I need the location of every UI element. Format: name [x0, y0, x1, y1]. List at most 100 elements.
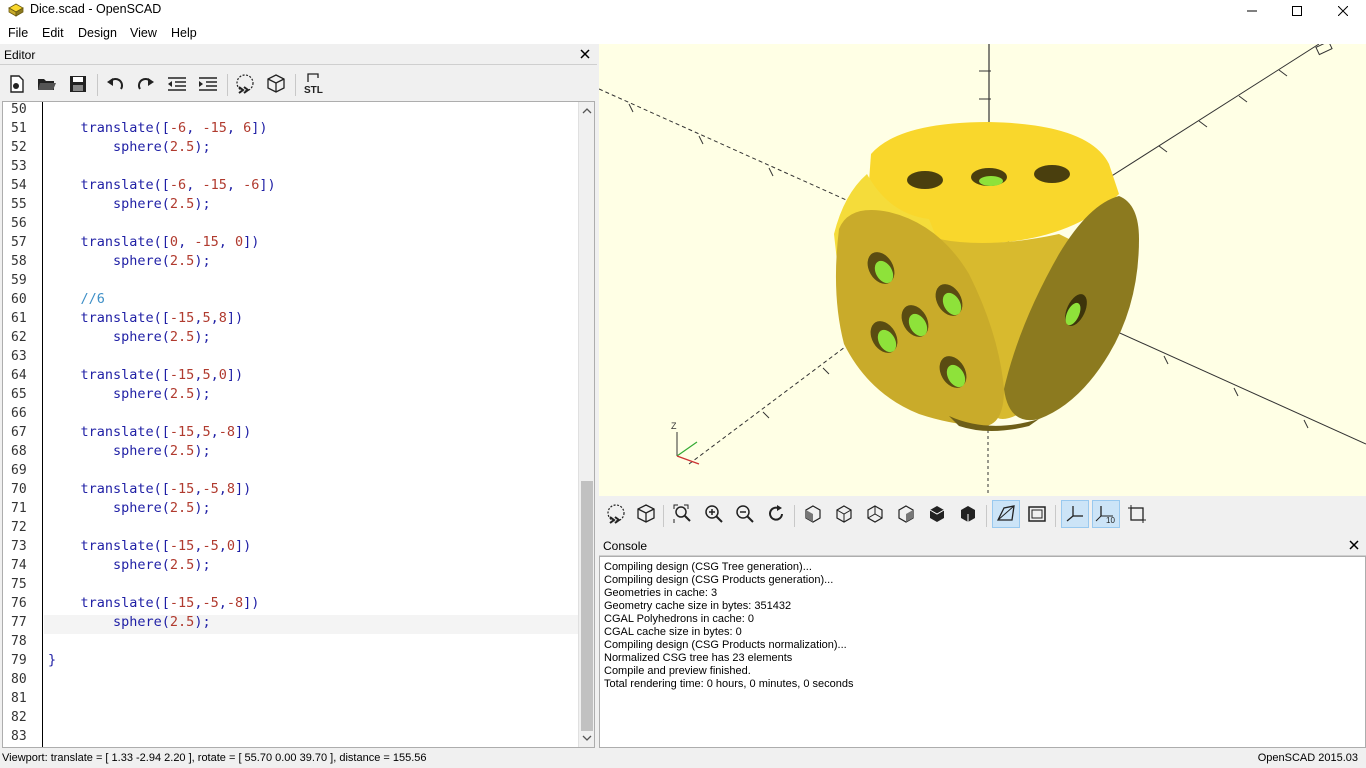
line-number: 63	[11, 349, 27, 364]
line-number: 71	[11, 501, 27, 516]
cube-left-icon	[898, 505, 914, 523]
code-line: sphere(2.5);	[48, 614, 211, 630]
undo-icon	[107, 77, 124, 90]
code-line: sphere(2.5);	[48, 139, 211, 155]
code-line: translate([-15,5,-8])	[48, 424, 252, 440]
z-axis-label: Z	[671, 421, 677, 431]
view-render-button[interactable]	[632, 500, 660, 528]
line-number: 60	[11, 292, 27, 307]
orthogonal-button[interactable]	[1023, 500, 1051, 528]
line-number: 82	[11, 710, 27, 725]
open-file-button[interactable]	[33, 70, 61, 98]
console-line: Compiling design (CSG Tree generation)..…	[604, 561, 812, 573]
line-number: 69	[11, 463, 27, 478]
render-cube-icon	[267, 74, 285, 93]
line-number: 70	[11, 482, 27, 497]
view-preview-button[interactable]	[602, 500, 630, 528]
preview-button[interactable]	[231, 70, 259, 98]
folder-icon	[38, 79, 56, 90]
scroll-down-icon[interactable]	[579, 731, 595, 745]
line-number: 59	[11, 273, 27, 288]
viewport-scene: Z	[599, 44, 1366, 496]
axes-icon	[1066, 506, 1083, 522]
close-icon[interactable]	[1348, 539, 1360, 551]
indent-icon	[199, 77, 217, 91]
view-bottom-button[interactable]	[861, 500, 889, 528]
menu-file[interactable]: File	[8, 26, 28, 40]
line-number: 62	[11, 330, 27, 345]
code-line: sphere(2.5);	[48, 196, 211, 212]
menu-edit[interactable]: Edit	[42, 26, 64, 40]
zoom-out-button[interactable]	[731, 500, 759, 528]
close-icon[interactable]	[579, 48, 591, 60]
undo-button[interactable]	[101, 70, 129, 98]
new-file-button[interactable]	[3, 70, 31, 98]
redo-button[interactable]	[132, 70, 160, 98]
line-number: 81	[11, 691, 27, 706]
cube-top-icon	[836, 505, 852, 523]
console-output[interactable]: Compiling design (CSG Tree generation)..…	[599, 556, 1366, 748]
line-number: 50	[11, 102, 27, 117]
code-line: translate([-6, -15, -6])	[48, 177, 276, 193]
line-number: 66	[11, 406, 27, 421]
indent-button[interactable]	[194, 70, 222, 98]
scroll-up-icon[interactable]	[579, 104, 595, 118]
unindent-button[interactable]	[163, 70, 191, 98]
perspective-button[interactable]	[992, 500, 1020, 528]
orthogonal-icon	[1028, 506, 1046, 522]
close-button[interactable]	[1320, 0, 1366, 22]
code-line: sphere(2.5);	[48, 557, 211, 573]
reset-rotate-icon	[769, 505, 783, 521]
line-number: 57	[11, 235, 27, 250]
console-line: CGAL Polyhedrons in cache: 0	[604, 613, 755, 625]
menu-view[interactable]: View	[130, 26, 157, 40]
code-line: //6	[48, 291, 105, 307]
zoom-in-button[interactable]	[700, 500, 728, 528]
line-number: 52	[11, 140, 27, 155]
status-bar: Viewport: translate = [ 1.33 -2.94 2.20 …	[0, 750, 1366, 768]
show-axes-button[interactable]	[1061, 500, 1089, 528]
code-line: translate([-15,-5,8])	[48, 481, 252, 497]
export-stl-button[interactable]: STL	[300, 70, 328, 98]
line-number: 58	[11, 254, 27, 269]
line-number: 77	[11, 615, 27, 630]
view-left-button[interactable]	[892, 500, 920, 528]
line-number: 51	[11, 121, 27, 136]
unindent-icon	[168, 77, 186, 91]
minimize-button[interactable]	[1229, 0, 1275, 22]
editor-pane: Editor STL 50 51 52 53 54 55 56 57 58 59…	[0, 45, 597, 750]
cube-back-icon	[961, 506, 975, 522]
preview-icon	[607, 504, 625, 524]
pip	[907, 171, 943, 189]
view-back-button[interactable]	[954, 500, 982, 528]
close-icon	[1338, 6, 1348, 16]
line-number: 72	[11, 520, 27, 535]
view-right-button[interactable]	[799, 500, 827, 528]
maximize-button[interactable]	[1274, 0, 1320, 22]
menu-help[interactable]: Help	[171, 26, 197, 40]
code-line: translate([0, -15, 0])	[48, 234, 260, 250]
view-all-button[interactable]	[669, 500, 697, 528]
zoom-out-icon	[736, 505, 754, 523]
view-top-button[interactable]	[830, 500, 858, 528]
vertical-scrollbar[interactable]	[578, 102, 594, 747]
code-line: translate([-15,5,8])	[48, 310, 244, 326]
code-line: translate([-15,-5,0])	[48, 538, 252, 554]
show-edges-button[interactable]	[1123, 500, 1151, 528]
version-label: OpenSCAD 2015.03	[1257, 752, 1358, 764]
console-line: Compiling design (CSG Products normaliza…	[604, 639, 847, 651]
show-scale-button[interactable]: 10	[1092, 500, 1120, 528]
code-editor[interactable]: 50 51 52 53 54 55 56 57 58 59 60 61 62 63 64 65 66 67 68 69…	[2, 101, 595, 748]
view-front-button[interactable]	[923, 500, 951, 528]
save-file-button[interactable]	[64, 70, 92, 98]
scrollbar-thumb[interactable]	[581, 481, 593, 731]
menu-design[interactable]: Design	[78, 26, 117, 40]
code-line: sphere(2.5);	[48, 500, 211, 516]
line-number: 73	[11, 539, 27, 554]
render-button[interactable]	[262, 70, 290, 98]
3d-viewport[interactable]: Z	[599, 44, 1366, 496]
line-number: 68	[11, 444, 27, 459]
line-number: 54	[11, 178, 27, 193]
maximize-icon	[1292, 6, 1302, 16]
reset-view-button[interactable]	[762, 500, 790, 528]
